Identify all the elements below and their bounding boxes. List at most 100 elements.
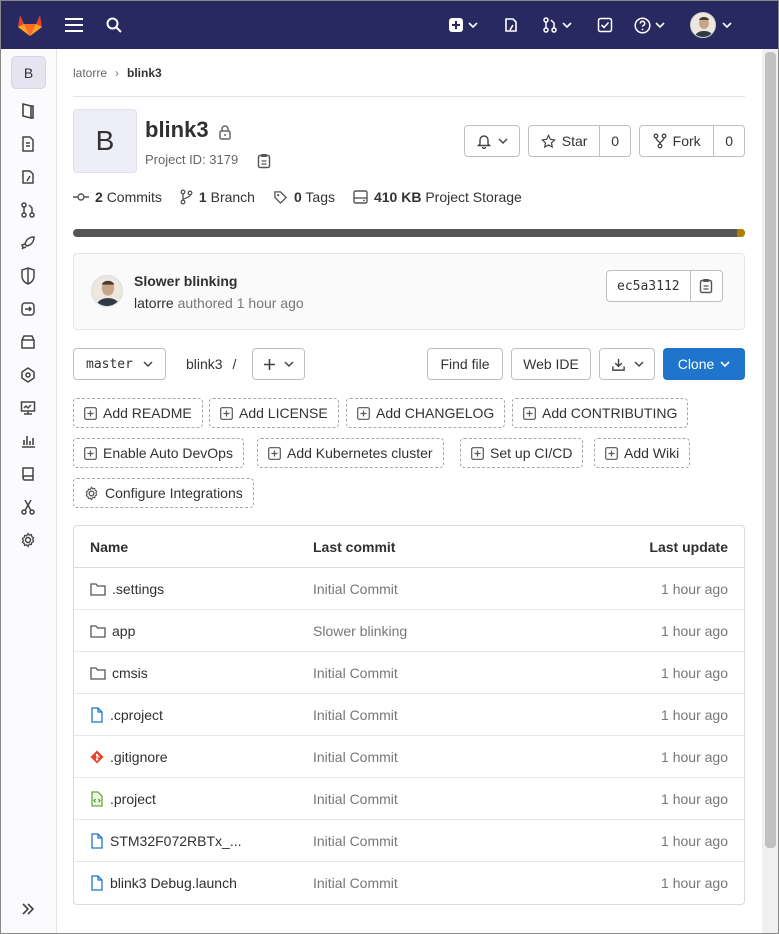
plus-square-icon <box>268 446 281 460</box>
search-icon[interactable] <box>103 14 125 36</box>
branch-selector[interactable]: master <box>73 348 166 380</box>
copy-sha-icon[interactable] <box>689 271 722 301</box>
branch-name: master <box>86 356 133 372</box>
file-last-commit[interactable]: Initial Commit <box>313 820 398 862</box>
merge-requests-icon[interactable] <box>19 201 37 219</box>
repository-icon[interactable] <box>19 135 37 153</box>
gitlab-logo-icon[interactable] <box>17 12 43 38</box>
snippets-scissors-icon[interactable] <box>19 498 37 516</box>
star-button[interactable]: Star <box>529 126 599 156</box>
add-contributing-button[interactable]: Add CONTRIBUTING <box>512 398 689 428</box>
file-name[interactable]: .project <box>110 791 156 807</box>
table-row[interactable]: blink3 Debug.launch Initial Commit 1 hou… <box>74 862 744 904</box>
file-last-commit[interactable]: Initial Commit <box>313 778 398 820</box>
fork-count[interactable]: 0 <box>713 126 744 156</box>
file-name[interactable]: blink3 Debug.launch <box>110 875 237 891</box>
analytics-icon[interactable] <box>19 432 37 450</box>
commit-title[interactable]: Slower blinking <box>134 273 237 289</box>
breadcrumb-parent[interactable]: latorre <box>73 66 107 80</box>
file-name[interactable]: cmsis <box>112 665 148 681</box>
tags-stat[interactable]: 0 Tags <box>273 189 335 205</box>
rocket-icon[interactable] <box>19 234 37 252</box>
merge-requests-menu[interactable] <box>542 12 572 38</box>
file-name[interactable]: app <box>112 623 135 639</box>
fork-label: Fork <box>672 133 701 149</box>
file-last-update: 1 hour ago <box>661 833 728 849</box>
setup-ci-cd-button[interactable]: Set up CI/CD <box>460 438 584 468</box>
breadcrumb: latorre › blink3 <box>73 66 162 80</box>
file-last-commit[interactable]: Initial Commit <box>313 736 398 778</box>
shield-icon[interactable] <box>19 267 37 285</box>
file-name[interactable]: .gitignore <box>110 749 168 765</box>
add-to-tree-dropdown[interactable] <box>252 348 305 380</box>
chevron-down-icon <box>655 22 665 29</box>
branch-stat[interactable]: 1 Branch <box>180 189 255 205</box>
issues-nav-icon[interactable] <box>503 12 519 38</box>
hamburger-menu-icon[interactable] <box>63 14 85 36</box>
notification-button[interactable] <box>464 125 520 157</box>
add-changelog-button[interactable]: Add CHANGELOG <box>346 398 506 428</box>
table-row[interactable]: STM32F072RBTx_... Initial Commit 1 hour … <box>74 820 744 862</box>
user-avatar[interactable] <box>690 12 716 38</box>
sidebar-project-avatar[interactable]: B <box>11 56 46 89</box>
clone-button[interactable]: Clone <box>663 348 745 380</box>
commit-sha-group: ec5a3112 <box>606 270 723 302</box>
table-row[interactable]: .cproject Initial Commit 1 hour ago <box>74 694 744 736</box>
chevron-down-icon <box>720 361 730 368</box>
user-menu-chevron[interactable] <box>722 12 732 38</box>
todo-nav[interactable] <box>597 12 613 38</box>
file-last-commit[interactable]: Initial Commit <box>313 568 398 610</box>
chevron-down-icon <box>562 22 572 29</box>
file-last-commit[interactable]: Slower blinking <box>313 610 407 652</box>
help-menu[interactable] <box>634 12 665 38</box>
web-ide-button[interactable]: Web IDE <box>511 348 591 380</box>
settings-gear-icon[interactable] <box>19 531 37 549</box>
file-name[interactable]: .settings <box>112 581 164 597</box>
storage-stat[interactable]: 410 KB Project Storage <box>353 189 522 205</box>
breadcrumb-current[interactable]: blink3 <box>127 66 162 80</box>
package-icon[interactable] <box>19 333 37 351</box>
add-wiki-button[interactable]: Add Wiki <box>594 438 691 468</box>
file-last-commit[interactable]: Initial Commit <box>313 652 398 694</box>
enable-auto-devops-button[interactable]: Enable Auto DevOps <box>73 438 244 468</box>
add-kubernetes-cluster-button[interactable]: Add Kubernetes cluster <box>257 438 444 468</box>
file-last-update: 1 hour ago <box>661 791 728 807</box>
commit-author[interactable]: latorre <box>134 295 174 311</box>
infrastructure-icon[interactable] <box>19 366 37 384</box>
add-readme-button[interactable]: Add README <box>73 398 203 428</box>
fork-button[interactable]: Fork <box>640 126 713 156</box>
monitor-icon[interactable] <box>19 399 37 417</box>
commit-author-avatar[interactable] <box>91 275 123 307</box>
commits-stat[interactable]: 2 Commits <box>73 189 162 205</box>
deployments-icon[interactable] <box>19 300 37 318</box>
folder-icon <box>90 625 106 638</box>
merge-request-icon <box>543 17 557 33</box>
plus-square-icon <box>449 18 463 32</box>
copy-project-id-icon[interactable] <box>257 153 271 169</box>
commit-sha[interactable]: ec5a3112 <box>607 271 690 301</box>
table-row[interactable]: .gitignore Initial Commit 1 hour ago <box>74 736 744 778</box>
table-row[interactable]: cmsis Initial Commit 1 hour ago <box>74 652 744 694</box>
table-row[interactable]: app Slower blinking 1 hour ago <box>74 610 744 652</box>
issues-icon[interactable] <box>19 168 37 186</box>
plus-square-icon <box>357 406 370 420</box>
file-name[interactable]: .cproject <box>110 707 163 723</box>
branch-label: Branch <box>210 189 255 205</box>
add-license-button[interactable]: Add LICENSE <box>209 398 339 428</box>
file-last-commit[interactable]: Initial Commit <box>313 862 398 904</box>
repo-path-root[interactable]: blink3 <box>186 356 223 372</box>
wiki-book-icon[interactable] <box>19 465 37 483</box>
file-name[interactable]: STM32F072RBTx_... <box>110 833 242 849</box>
page-scrollbar-thumb[interactable] <box>765 52 776 848</box>
collapse-sidebar-icon[interactable] <box>19 900 37 918</box>
file-last-commit[interactable]: Initial Commit <box>313 694 398 736</box>
find-file-button[interactable]: Find file <box>427 348 503 380</box>
file-last-update: 1 hour ago <box>661 875 728 891</box>
download-dropdown[interactable] <box>599 348 655 380</box>
table-row[interactable]: .project Initial Commit 1 hour ago <box>74 778 744 820</box>
star-count[interactable]: 0 <box>599 126 630 156</box>
project-information-icon[interactable] <box>19 102 37 120</box>
create-new-menu[interactable] <box>448 12 478 38</box>
table-row[interactable]: .settings Initial Commit 1 hour ago <box>74 568 744 610</box>
configure-integrations-button[interactable]: Configure Integrations <box>73 478 254 508</box>
